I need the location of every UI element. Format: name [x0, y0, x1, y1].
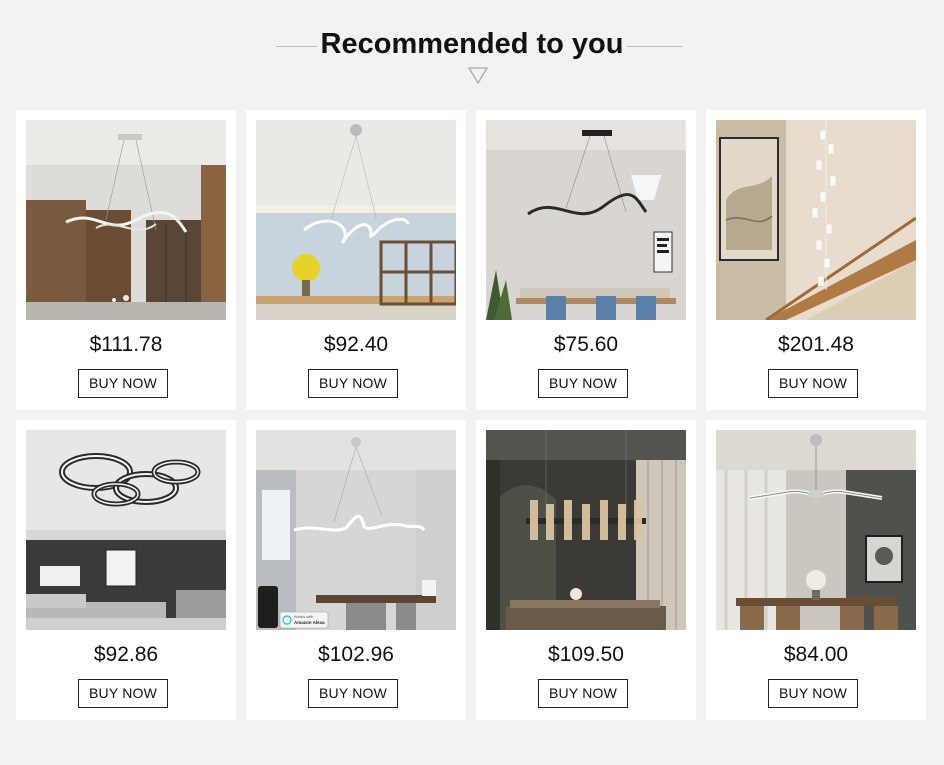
alexa-sign-line1: Works with [294, 614, 313, 619]
product-image-wave-pendant-kitchen[interactable] [26, 120, 226, 320]
product-image-three-arm-pendant[interactable] [716, 430, 916, 630]
buy-now-button[interactable]: BUY NOW [538, 369, 628, 398]
product-price: $84.00 [783, 643, 849, 666]
alexa-sign-line2: Amazon Alexa [294, 620, 325, 625]
product-image-scribble-pendant[interactable] [256, 120, 456, 320]
product-price: $92.40 [323, 333, 389, 356]
product-card[interactable]: Works with Amazon Alexa $102.96 BUY NOW [246, 420, 466, 720]
product-card[interactable]: $92.40 BUY NOW [246, 110, 466, 410]
buy-now-button[interactable]: BUY NOW [768, 679, 858, 708]
product-image-black-wave-pendant[interactable] [486, 120, 686, 320]
product-card[interactable]: $75.60 BUY NOW [476, 110, 696, 410]
product-price: $75.60 [553, 333, 619, 356]
buy-now-button[interactable]: BUY NOW [538, 679, 628, 708]
product-price: $92.86 [93, 643, 159, 666]
buy-now-button[interactable]: BUY NOW [308, 369, 398, 398]
buy-now-button[interactable]: BUY NOW [768, 369, 858, 398]
product-card[interactable]: $201.48 BUY NOW [706, 110, 926, 410]
product-price: $109.50 [548, 643, 624, 666]
buy-now-button[interactable]: BUY NOW [308, 679, 398, 708]
buy-now-button[interactable]: BUY NOW [78, 369, 168, 398]
product-image-ring-ceiling-light[interactable] [26, 430, 226, 630]
product-card[interactable]: $92.86 BUY NOW [16, 420, 236, 720]
product-image-crystal-linear-chandelier[interactable] [486, 430, 686, 630]
product-price: $102.96 [318, 643, 394, 666]
section-header: Recommended to you [0, 0, 944, 100]
buy-now-button[interactable]: BUY NOW [78, 679, 168, 708]
product-card[interactable]: $84.00 BUY NOW [706, 420, 926, 720]
product-image-wave-pendant-smart-speaker[interactable]: Works with Amazon Alexa [256, 430, 456, 630]
product-card[interactable]: $111.78 BUY NOW [16, 110, 236, 410]
product-card[interactable]: $109.50 BUY NOW [476, 420, 696, 720]
down-triangle-icon [467, 67, 489, 85]
section-title: Recommended to you [0, 26, 944, 62]
product-image-crystal-staircase-chandelier[interactable] [716, 120, 916, 320]
product-price: $201.48 [778, 333, 854, 356]
product-price: $111.78 [89, 333, 163, 356]
